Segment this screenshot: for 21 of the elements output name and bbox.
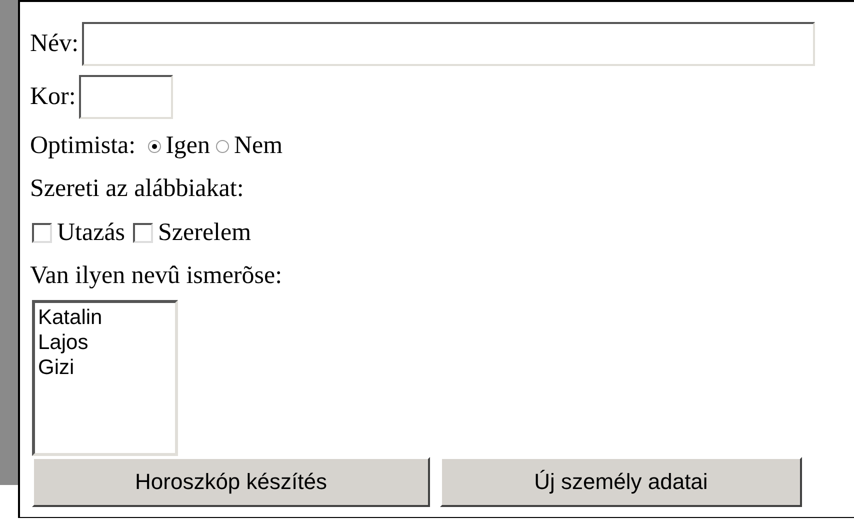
name-label: Név: xyxy=(30,30,79,58)
radio-label: Igen xyxy=(166,132,210,160)
form-button[interactable]: Új személy adatai xyxy=(440,457,802,507)
name-input[interactable] xyxy=(82,22,815,66)
likes-label: Szereti az alábbiakat: xyxy=(30,175,244,203)
checkbox-label: Utazás xyxy=(57,219,126,247)
age-input[interactable] xyxy=(78,75,173,119)
list-item[interactable]: Katalin xyxy=(38,305,172,330)
radio-button[interactable] xyxy=(148,140,161,152)
optimist-label: Optimista: xyxy=(30,132,136,160)
form-button[interactable]: Horoszkóp készítés xyxy=(32,457,430,507)
list-item[interactable]: Gizi xyxy=(38,355,172,380)
radio-button[interactable] xyxy=(216,140,229,152)
list-item[interactable]: Lajos xyxy=(38,330,172,355)
age-label: Kor: xyxy=(30,83,76,111)
checkbox[interactable] xyxy=(133,223,154,243)
checkbox[interactable] xyxy=(32,223,52,243)
checkbox-label: Szerelem xyxy=(158,219,252,247)
acquaintance-label: Van ilyen nevû ismerõse: xyxy=(30,262,282,290)
name-listbox[interactable]: Katalin Lajos Gizi xyxy=(32,300,178,456)
radio-label: Nem xyxy=(234,132,283,160)
